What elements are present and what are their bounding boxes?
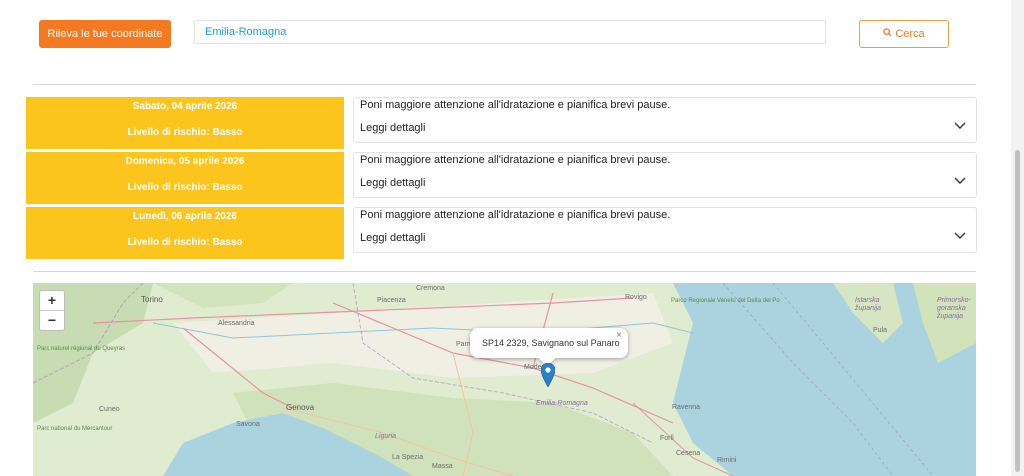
map-label-istarska: Istarska županija [855,297,882,312]
forecast-date: Sabato, 04 aprile 2026 [132,101,238,112]
advice-accordion[interactable]: Poni maggiore attenzione all'idratazione… [353,207,977,253]
scrollbar-thumb[interactable] [1015,150,1020,472]
risk-level: Livello di rischio: Basso [127,127,243,138]
map-popup: SP14 2329, Savignano sul Panaro × [470,328,628,367]
search-button-label: Cerca [895,28,925,40]
divider [33,84,976,85]
magnifier-icon [883,22,892,48]
forecast-date: Lunedì, 06 aprile 2026 [133,211,237,222]
map-label-forli: Forlì [660,435,674,442]
map-label-piacenza: Piacenza [377,297,406,304]
map-label-cuneo: Cuneo [99,406,120,413]
risk-day-box: Domenica, 05 aprile 2026 Livello di risc… [26,152,344,204]
map-label-parc-queyras: Parc naturel régional du Queyras [37,346,126,352]
map-label-torino: Torino [141,295,163,304]
chevron-down-icon[interactable] [953,118,967,132]
map-label-liguria: Liguria [375,433,397,440]
map-label-ravenna: Ravenna [672,404,701,411]
risk-day-box: Lunedì, 06 aprile 2026 Livello di rischi… [26,207,344,259]
map-label-cremona: Cremona [416,285,445,292]
map-label-parco-delta-po: Parco Regionale Veneto del Delta del Po [671,298,780,304]
zoom-in-button[interactable]: + [40,291,64,311]
map-label-primorsko: Primorsko-goranska županija [937,297,971,320]
forecast-row: Sabato, 04 aprile 2026 Livello di rischi… [26,97,977,149]
map-marker-icon[interactable] [541,363,555,387]
risk-day-box: Sabato, 04 aprile 2026 Livello di rischi… [26,97,344,149]
map-label-massa: Massa [432,463,453,470]
forecast-date: Domenica, 05 aprile 2026 [125,156,245,167]
advice-text: Poni maggiore attenzione all'idratazione… [360,209,671,221]
chevron-down-icon[interactable] [953,228,967,242]
zoom-control: + − [39,290,65,331]
search-button[interactable]: Cerca [859,20,949,48]
map-label-pula: Pula [873,327,888,334]
chevron-down-icon[interactable] [953,173,967,187]
map-label-savona: Savona [236,421,260,428]
map-label-genova: Genova [286,403,315,412]
map-view[interactable]: + − Torino Cremona Piacenza Rovigo Aless… [33,283,976,476]
map-label-cesena: Cesena [676,450,701,457]
detect-coordinates-button[interactable]: Rileva le tue coordinate [39,20,171,48]
forecast-row: Lunedì, 06 aprile 2026 Livello di rischi… [26,207,977,259]
advice-text: Poni maggiore attenzione all'idratazione… [360,154,671,166]
zoom-out-button[interactable]: − [40,311,64,330]
map-label-parc-mercantour: Parc national du Mercantour [37,426,113,432]
advice-accordion[interactable]: Poni maggiore attenzione all'idratazione… [353,97,977,143]
read-details-toggle[interactable]: Leggi dettagli [360,177,425,189]
map-tiles [33,283,976,476]
popup-close-button[interactable]: × [616,330,622,341]
read-details-toggle[interactable]: Leggi dettagli [360,122,425,134]
map-label-alessandria: Alessandria [218,320,255,327]
risk-level: Livello di rischio: Basso [127,237,243,248]
map-label-la-spezia: La Spezia [392,454,424,461]
divider [33,271,976,272]
advice-accordion[interactable]: Poni maggiore attenzione all'idratazione… [353,152,977,198]
map-label-emilia-romagna: Emilia-Romagna [536,400,588,407]
advice-text: Poni maggiore attenzione all'idratazione… [360,99,671,111]
read-details-toggle[interactable]: Leggi dettagli [360,232,425,244]
map-label-rovigo: Rovigo [625,294,647,301]
map-label-rimini: Rimini [717,457,737,464]
risk-level: Livello di rischio: Basso [127,182,243,193]
forecast-row: Domenica, 05 aprile 2026 Livello di risc… [26,152,977,204]
popup-address: SP14 2329, Savignano sul Panaro [482,338,620,348]
location-search-input[interactable]: Emilia-Romagna [194,20,826,44]
